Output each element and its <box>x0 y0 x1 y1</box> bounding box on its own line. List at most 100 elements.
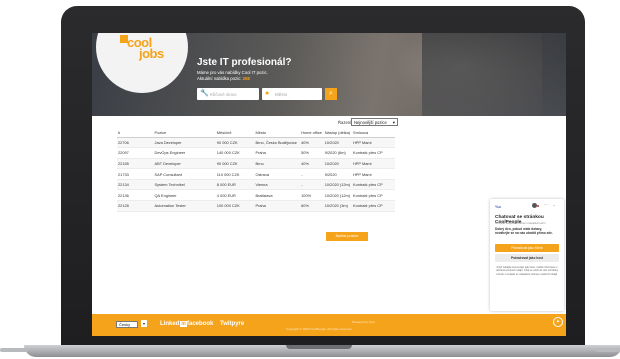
keyword-search-field[interactable]: 🔧 <box>197 88 259 100</box>
cell-city: Brno, Česko Budějovice <box>254 137 301 149</box>
laptop-edge-right <box>596 348 620 352</box>
cell-position[interactable]: System Technikel <box>153 179 216 191</box>
load-more-button[interactable]: Načíst pozice <box>326 232 368 241</box>
cell-home-office: 50% <box>300 147 324 159</box>
wrench-icon: 🔧 <box>200 90 209 97</box>
cell-city: Praha <box>254 200 301 212</box>
table-row[interactable]: 22097 DevOps Engineer 140 000 CZK Praha … <box>117 147 395 159</box>
powered-by[interactable]: Powered by Vipa <box>352 320 375 324</box>
chat-brand-logo: %o <box>495 204 501 209</box>
cell-contract: Kontrakt přes CP <box>352 189 395 202</box>
website-screen: cool jobs Jste IT profesionál? Máme pro … <box>92 33 566 336</box>
hero-title: Jste IT profesionál? <box>197 57 292 68</box>
jobs-table: # Pozice Měsíčně Město Home office Nástu… <box>117 128 395 212</box>
cell-id: 22136 <box>117 189 154 202</box>
cell-contract: Kontrakt přes CP <box>352 147 395 159</box>
more-options-icon[interactable]: ⋯ <box>544 202 548 207</box>
search-button[interactable]: ⌕ <box>325 88 337 100</box>
twitter-link[interactable]: Twitpyre <box>220 321 244 327</box>
table-row[interactable]: 22155 ABT Developer 90 000 CZK Brno 40% … <box>117 158 395 170</box>
chevron-down-icon: ▾ <box>392 120 395 125</box>
linkedin-icon: in <box>180 321 187 327</box>
laptop-edge-left <box>0 348 28 352</box>
minimize-icon[interactable]: – <box>553 202 555 207</box>
sort-select[interactable]: Nejnovější pozice ▾ <box>351 118 398 126</box>
chat-subtitle: Obvykle odpovídá během několika hodin <box>495 221 546 225</box>
cell-start: 10/2020 <box>323 158 352 170</box>
cell-id: 22706 <box>117 137 154 149</box>
table-row[interactable]: 22706 Java Developer 90 000 CZK Brno, Če… <box>117 137 395 149</box>
cell-position[interactable]: ABT Developer <box>153 158 216 170</box>
cell-contract: Kontrakt přes CP <box>352 179 395 191</box>
chat-widget: %o ⋯ – Chatovat se stránkou CoolPeople O… <box>490 199 564 311</box>
cell-contract: HPP Mami <box>352 137 395 149</box>
cell-start: 9/2020 <box>323 168 352 180</box>
language-select[interactable]: Česky <box>116 321 138 328</box>
table-row[interactable]: 22136 QA Engineer 4 000 EUR Bratislava 1… <box>117 189 395 202</box>
cell-salary: 8 000 EUR <box>215 179 255 191</box>
cell-home-office: 40% <box>300 137 324 149</box>
job-count-label: Aktuální nabídka pozic: <box>197 76 242 81</box>
messenger-fab-icon[interactable]: ✦ <box>553 317 563 327</box>
cell-salary: 100 000 CZK <box>215 200 255 212</box>
cell-start: 10/2020 <box>323 137 352 149</box>
cell-id: 21733 <box>117 168 154 180</box>
cell-start: 10/2020 (12m) <box>323 179 352 191</box>
column-header-contract: Smlouva <box>352 128 395 138</box>
cell-salary: 140 000 CZK <box>215 147 255 159</box>
cell-start: 9/2020 (6m) <box>323 147 352 159</box>
sort-label: Řazení <box>338 120 352 125</box>
cell-home-office: - <box>300 168 324 180</box>
cell-id: 22134 <box>117 179 154 191</box>
column-header-id: # <box>117 128 154 138</box>
linkedin-link[interactable]: Linked in <box>160 321 187 327</box>
cell-position[interactable]: Java Developer <box>153 137 216 149</box>
cell-position[interactable]: Automation Tester <box>153 200 216 212</box>
chat-privacy-text: Když zahájíte konverzaci jako host, uvid… <box>495 266 559 276</box>
cell-contract: HPP Mami <box>352 158 395 170</box>
job-count-value: 258 <box>242 76 250 81</box>
column-header-home-office: Home office <box>300 128 324 138</box>
logo-jobs[interactable]: jobs <box>139 46 164 61</box>
location-pin-icon: ● <box>265 90 270 97</box>
job-count-text: Aktuální nabídka pozic: 258 <box>197 76 250 81</box>
cell-home-office: 60% <box>300 200 324 212</box>
table-row[interactable]: 21733 SAP Consultant 110 000 CZK Ostrava… <box>117 168 395 180</box>
location-search-field[interactable]: ● <box>262 88 322 100</box>
cell-id: 22097 <box>117 147 154 159</box>
cell-start: 10/2020 (3m) <box>323 200 352 212</box>
cell-contract: Kontrakt přes CP <box>352 200 395 212</box>
table-row[interactable]: 22134 System Technikel 8 000 EUR Vienna … <box>117 179 395 191</box>
chevron-down-icon[interactable]: ▾ <box>141 320 147 327</box>
continue-as-user-button[interactable]: Pokračovat jako Mirek <box>495 244 559 252</box>
cell-position[interactable]: DevOps Engineer <box>153 147 216 159</box>
hero-subtitle: Máme pro vás nabídky Cool IT pozic. <box>197 70 268 75</box>
cell-city: Praha <box>254 147 301 159</box>
cell-city: Vienna <box>254 179 301 191</box>
cell-id: 22155 <box>117 158 154 170</box>
cell-position[interactable]: SAP Consultant <box>153 168 216 180</box>
column-header-position: Pozice <box>153 128 216 138</box>
column-header-city: Město <box>254 128 301 138</box>
cell-city: Ostrava <box>254 168 301 180</box>
chat-message-line2: neváhejte se na nás obrátit přímo zde. <box>495 231 553 235</box>
notification-dot <box>537 205 539 207</box>
hero-banner: cool jobs Jste IT profesionál? Máme pro … <box>92 33 566 116</box>
cell-salary: 90 000 CZK <box>215 158 255 170</box>
hero-photo-laptop <box>422 33 566 116</box>
cell-salary: 110 000 CZK <box>215 168 255 180</box>
cell-home-office: 40% <box>300 158 324 170</box>
cell-start: 10/2020 (12m) <box>323 189 352 202</box>
cell-home-office: 100% <box>300 189 324 202</box>
facebook-link[interactable]: facebook <box>187 321 213 327</box>
table-header-row: # Pozice Měsíčně Město Home office Nástu… <box>117 128 395 138</box>
search-icon: ⌕ <box>329 90 333 97</box>
location-input[interactable] <box>275 90 319 98</box>
cell-city: Brno <box>254 158 301 170</box>
keyword-input[interactable] <box>210 90 256 98</box>
laptop-notch <box>286 345 352 349</box>
column-header-salary: Měsíčně <box>215 128 255 138</box>
continue-as-guest-button[interactable]: Pokračovat jako host <box>495 254 559 262</box>
table-row[interactable]: 22128 Automation Tester 100 000 CZK Prah… <box>117 200 395 212</box>
cell-position[interactable]: QA Engineer <box>153 189 216 202</box>
